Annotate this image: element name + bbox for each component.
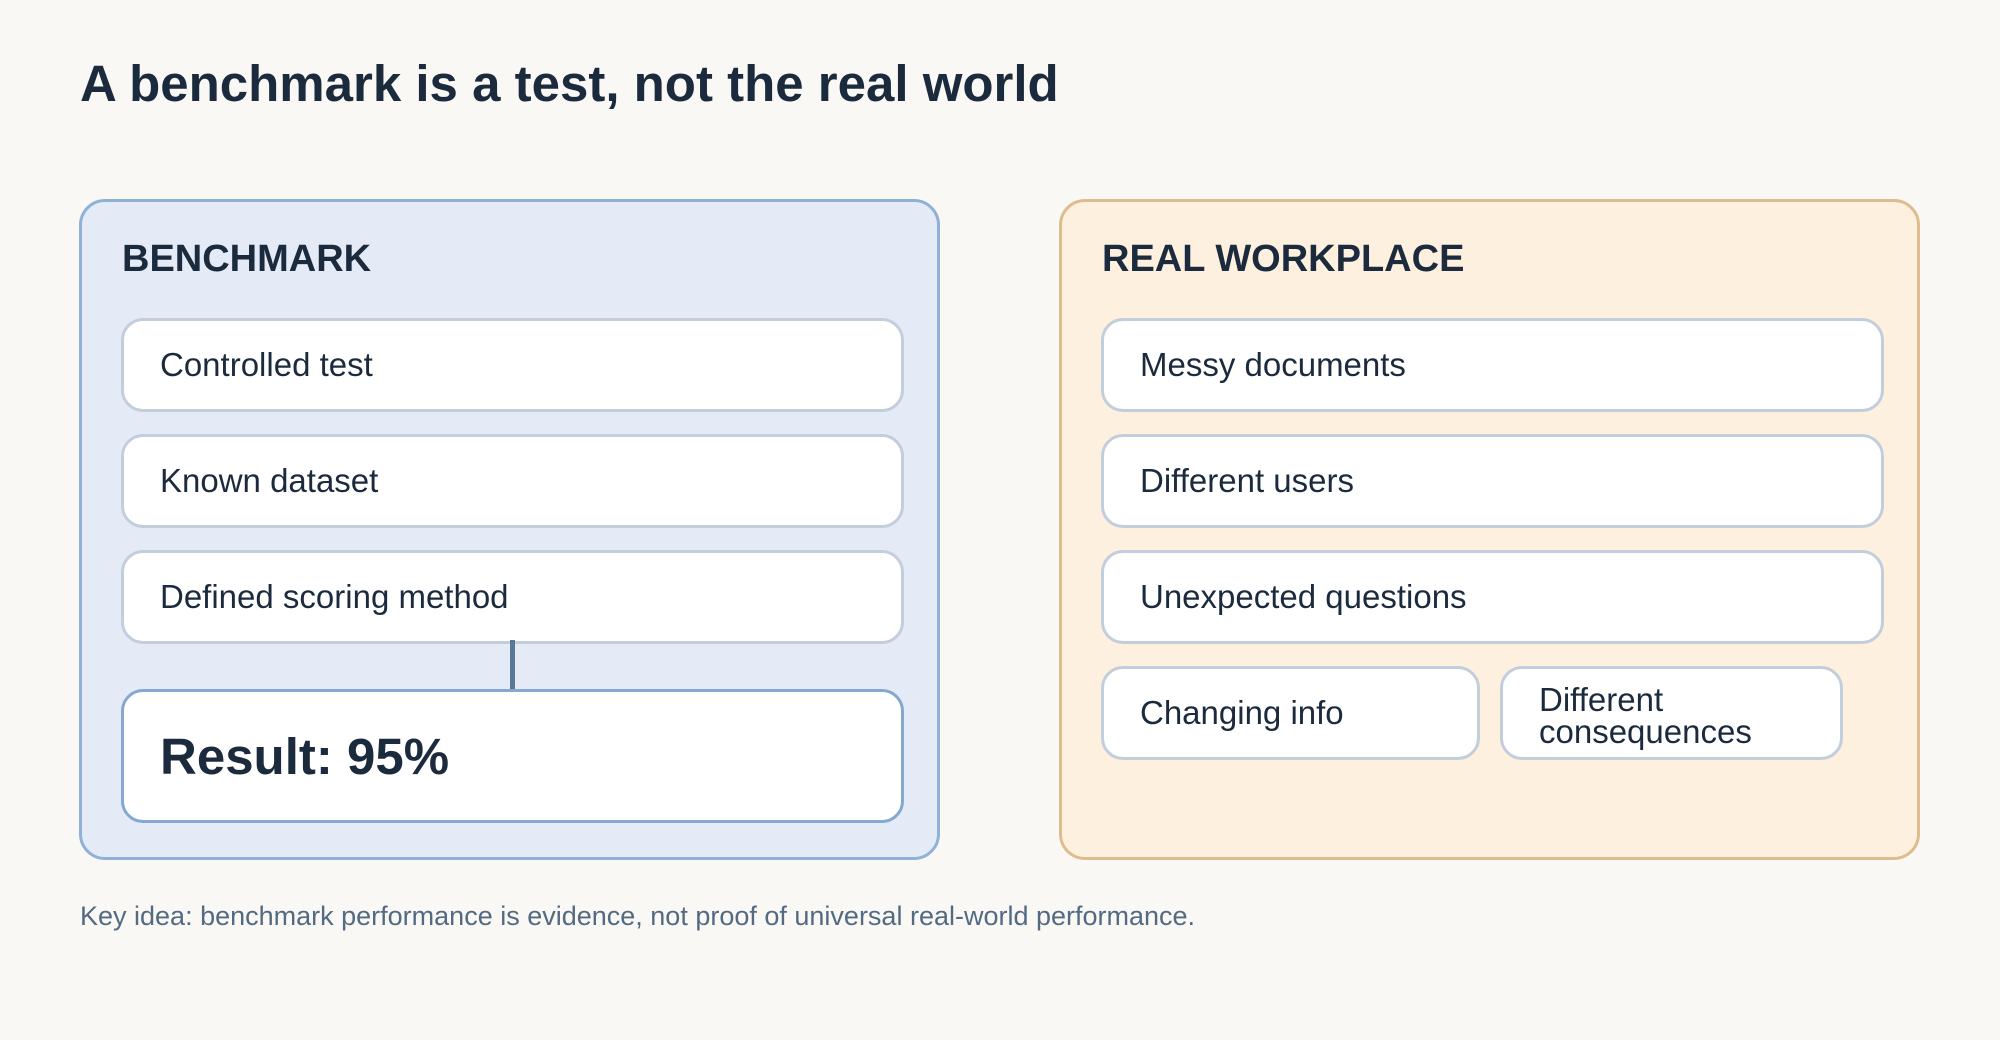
benchmark-item-defined-scoring-method: Defined scoring method [121, 550, 904, 644]
page-title: A benchmark is a test, not the real worl… [80, 55, 1059, 112]
benchmark-item-known-dataset: Known dataset [121, 434, 904, 528]
workplace-panel: REAL WORKPLACE Messy documents Different… [1059, 199, 1920, 860]
connector-line [510, 640, 515, 690]
workplace-item-unexpected-questions: Unexpected questions [1101, 550, 1884, 644]
workplace-item-messy-documents: Messy documents [1101, 318, 1884, 412]
workplace-heading: REAL WORKPLACE [1102, 238, 1465, 280]
key-idea-caption: Key idea: benchmark performance is evide… [80, 901, 1196, 931]
workplace-item-different-users: Different users [1101, 434, 1884, 528]
benchmark-item-controlled-test: Controlled test [121, 318, 904, 412]
workplace-item-different-consequences: Different consequences [1500, 666, 1843, 760]
benchmark-result: Result: 95% [121, 689, 904, 823]
benchmark-heading: BENCHMARK [122, 238, 372, 280]
benchmark-panel: BENCHMARK Controlled test Known dataset … [79, 199, 940, 860]
workplace-item-changing-info: Changing info [1101, 666, 1480, 760]
